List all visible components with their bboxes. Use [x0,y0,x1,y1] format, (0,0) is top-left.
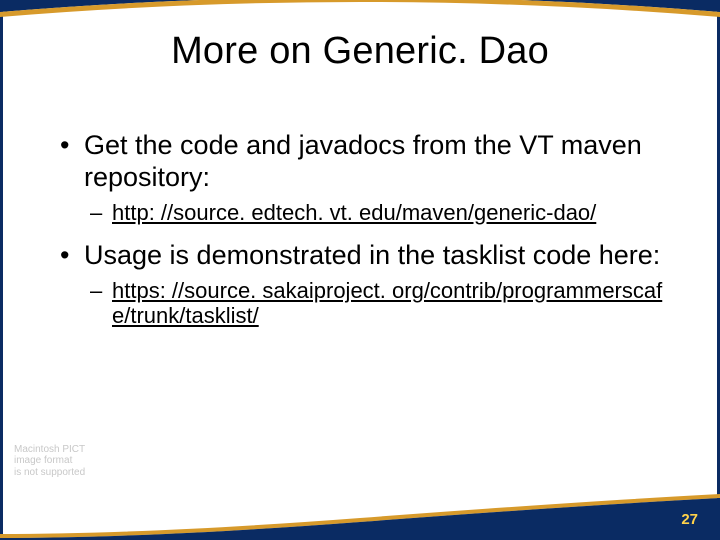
image-placeholder-text: Macintosh PICT image format is not suppo… [14,444,85,479]
sub-bullet: – https: //source. sakaiproject. org/con… [60,278,670,330]
bottom-arc-decoration [0,492,720,540]
slide: More on Generic. Dao • Get the code and … [0,0,720,540]
left-border [0,0,3,540]
bullet-dot-icon: • [60,240,84,272]
link-text[interactable]: http: //source. edtech. vt. edu/maven/ge… [112,200,596,226]
slide-title: More on Generic. Dao [0,30,720,73]
link-text[interactable]: https: //source. sakaiproject. org/contr… [112,278,670,330]
top-arc-decoration [0,0,720,30]
bullet-text: Usage is demonstrated in the tasklist co… [84,240,670,272]
dash-icon: – [90,200,112,226]
dash-icon: – [90,278,112,330]
bullet-text: Get the code and javadocs from the VT ma… [84,130,670,194]
sub-bullet: – http: //source. edtech. vt. edu/maven/… [60,200,670,226]
slide-body: • Get the code and javadocs from the VT … [60,130,670,343]
bullet-item: • Usage is demonstrated in the tasklist … [60,240,670,272]
bullet-item: • Get the code and javadocs from the VT … [60,130,670,194]
page-number: 27 [681,511,698,528]
bullet-dot-icon: • [60,130,84,194]
